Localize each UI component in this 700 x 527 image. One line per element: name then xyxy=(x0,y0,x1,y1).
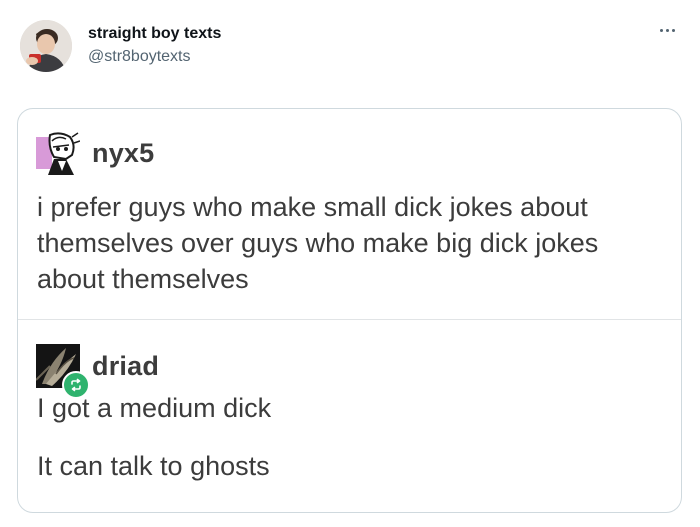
user-avatar xyxy=(36,344,90,399)
more-horizontal-icon xyxy=(665,28,669,32)
avatar-image xyxy=(20,20,72,72)
more-horizontal-icon xyxy=(659,28,663,32)
tweet-media-image[interactable]: nyx5 i prefer guys who make small dick j… xyxy=(17,108,682,513)
more-horizontal-icon xyxy=(671,28,675,32)
post-username: nyx5 xyxy=(92,137,155,168)
post-username: driad xyxy=(92,350,160,381)
user-avatar-image xyxy=(36,131,80,175)
tweet: straight boy texts @str8boytexts nyx5 i … xyxy=(0,0,700,527)
tweet-header: straight boy texts @str8boytexts xyxy=(20,16,221,76)
tumblr-reblog: driad I got a medium dick It can talk to… xyxy=(18,320,681,512)
handle[interactable]: @str8boytexts xyxy=(88,46,221,68)
post-text: It can talk to ghosts xyxy=(37,451,270,481)
more-button[interactable] xyxy=(654,20,682,40)
post-text: i prefer guys who make small dick jokes … xyxy=(37,192,599,294)
avatar[interactable] xyxy=(20,20,72,72)
display-name[interactable]: straight boy texts xyxy=(88,24,221,44)
post-user: driad xyxy=(36,344,160,399)
post-user: nyx5 xyxy=(36,131,154,175)
tumblr-post: nyx5 i prefer guys who make small dick j… xyxy=(18,109,681,320)
post-text: I got a medium dick xyxy=(37,393,272,423)
user-avatar xyxy=(36,131,80,175)
author: straight boy texts @str8boytexts xyxy=(88,24,221,68)
